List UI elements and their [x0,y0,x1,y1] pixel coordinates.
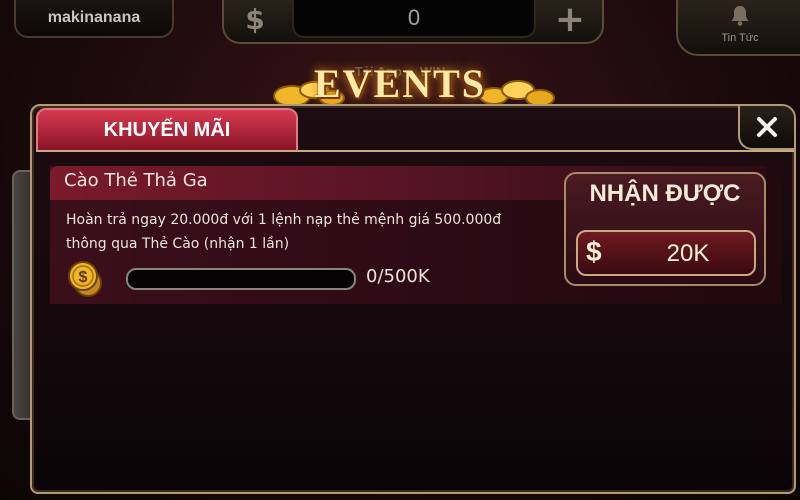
svg-text:$: $ [79,269,88,286]
event-title: Cào Thẻ Thả Ga [64,170,208,191]
coin-icon: $ [68,261,102,297]
top-bar: makinanana $ 0 + Tin Tức [0,0,800,62]
close-button[interactable] [738,106,794,150]
reward-heading: NHẬN ĐƯỢC [589,180,741,207]
event-progress-label: 0/500K [366,266,430,287]
dollar-icon: $ [586,236,602,267]
event-description: Hoàn trả ngay 20.000đ với 1 lệnh nạp thẻ… [66,212,502,252]
events-title: EVENTS [313,61,487,106]
reward-panel: NHẬN ĐƯỢC $ 20K [564,172,766,286]
username-display[interactable]: makinanana [14,0,174,38]
bell-icon [731,6,749,26]
add-funds-button[interactable]: + [548,0,592,40]
event-progress-bar [126,268,356,290]
dollar-icon[interactable]: $ [232,0,278,38]
tab-khuyen-mai[interactable]: KHUYẾN MÃI [36,108,298,152]
balance-value: 0 [292,0,536,38]
promotion-dialog: KHUYẾN MÃI Cào Thẻ Thả Ga Hoàn trả ngay … [30,104,796,494]
reward-amount-box: $ 20K [576,230,756,276]
news-label: Tin Tức [721,32,759,44]
tab-divider [36,150,794,152]
reward-value: 20K [666,240,710,267]
news-button[interactable]: Tin Tức [676,0,800,56]
close-icon [757,117,777,137]
balance-bar: $ 0 + [222,0,604,44]
